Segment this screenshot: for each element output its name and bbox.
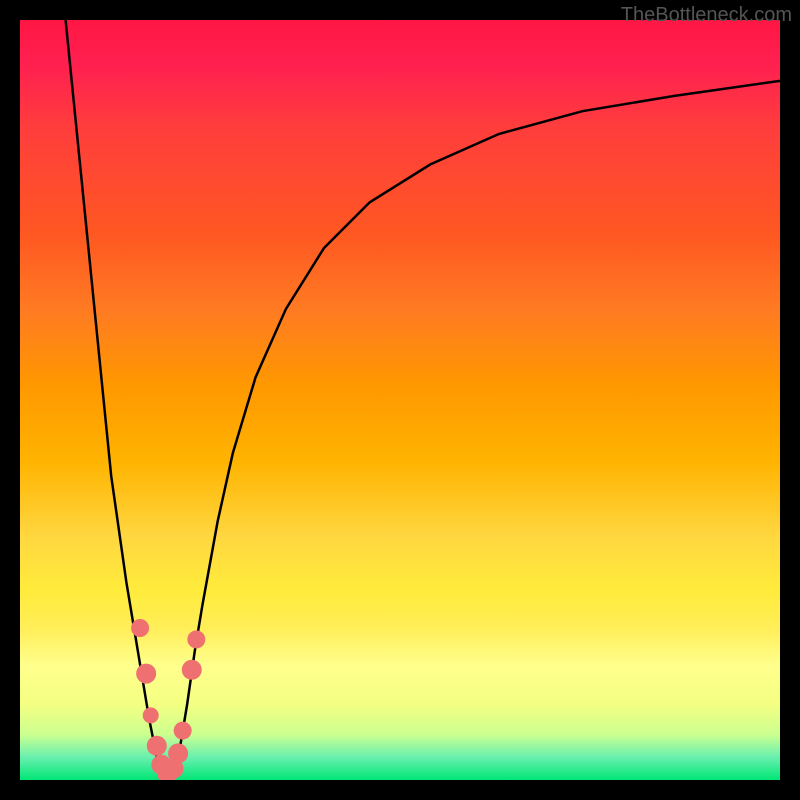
data-markers [131, 619, 205, 780]
data-marker [131, 619, 149, 637]
data-marker [174, 722, 192, 740]
plot-area [20, 20, 780, 780]
left-curve [66, 20, 169, 776]
data-marker [147, 736, 167, 756]
data-marker [187, 630, 205, 648]
right-curve [168, 81, 780, 776]
data-marker [182, 660, 202, 680]
data-marker [136, 664, 156, 684]
watermark-text: TheBottleneck.com [621, 4, 792, 27]
data-marker [143, 707, 159, 723]
curve-svg [20, 20, 780, 780]
data-marker [168, 743, 188, 763]
chart-container: TheBottleneck.com [0, 0, 800, 800]
